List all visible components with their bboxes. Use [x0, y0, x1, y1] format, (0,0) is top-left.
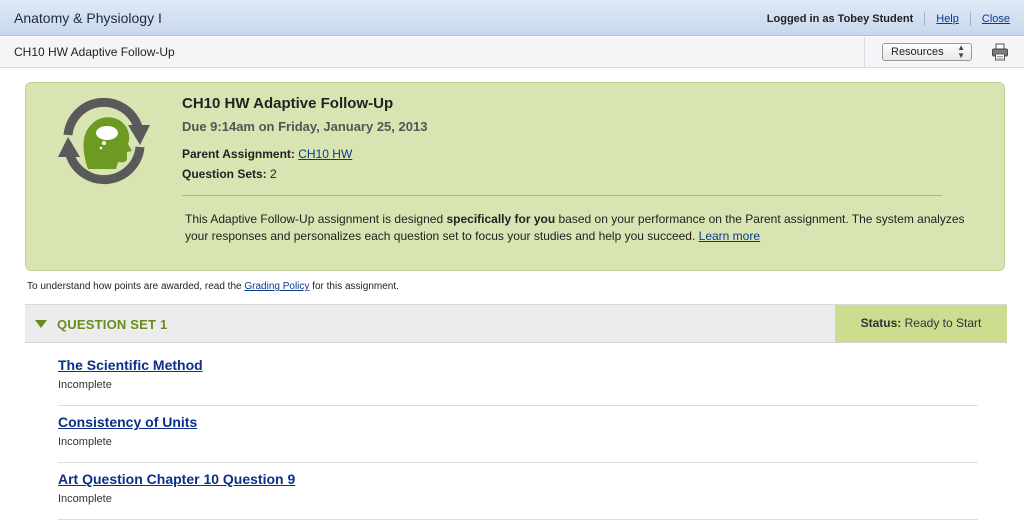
printer-icon[interactable] [991, 43, 1009, 61]
question-link[interactable]: The Scientific Method [58, 357, 978, 373]
parent-assignment-label: Parent Assignment: [182, 147, 295, 161]
select-arrows-icon: ▲ ▼ [957, 43, 965, 60]
title-bar: CH10 HW Adaptive Follow-Up Resources ▲ ▼ [0, 37, 1024, 68]
question-status: Incomplete [58, 436, 112, 448]
question-status: Incomplete [58, 493, 112, 505]
grading-text: To understand how points are awarded, re… [27, 281, 245, 292]
close-link[interactable]: Close [982, 13, 1010, 25]
divider [58, 462, 978, 463]
question-set-header[interactable]: QUESTION SET 1 Status: Ready to Start [25, 304, 1007, 343]
top-bar: Anatomy & Physiology I Logged in as Tobe… [0, 0, 1024, 36]
resources-label: Resources [891, 46, 944, 58]
learn-more-link[interactable]: Learn more [699, 229, 760, 243]
question-link[interactable]: Consistency of Units [58, 414, 978, 430]
description-emphasis: specifically for you [446, 212, 556, 226]
divider [182, 195, 942, 196]
resources-select[interactable]: Resources ▲ ▼ [882, 43, 972, 61]
divider [924, 12, 926, 26]
question-status: Incomplete [58, 379, 112, 391]
parent-assignment-link[interactable]: CH10 HW [298, 147, 352, 161]
divider [864, 37, 865, 68]
grading-note: To understand how points are awarded, re… [27, 281, 399, 292]
divider [58, 519, 978, 520]
description-text: This Adaptive Follow-Up assignment is de… [185, 212, 447, 226]
question-sets-value: 2 [270, 167, 277, 181]
due-date: Due 9:14am on Friday, January 25, 2013 [182, 119, 428, 134]
list-item: Art Question Chapter 10 Question 9 Incom… [58, 471, 978, 505]
question-set-title[interactable]: QUESTION SET 1 [57, 317, 167, 332]
list-item: The Scientific Method Incomplete [58, 357, 978, 391]
logged-in-text: Logged in as Tobey Student [766, 13, 914, 25]
question-link[interactable]: Art Question Chapter 10 Question 9 [58, 471, 978, 487]
assignment-info-panel: CH10 HW Adaptive Follow-Up Due 9:14am on… [25, 82, 1005, 271]
status-value: Ready to Start [904, 316, 982, 330]
page-title: CH10 HW Adaptive Follow-Up [14, 45, 175, 59]
adaptive-cycle-icon [58, 97, 150, 185]
assignment-description: This Adaptive Follow-Up assignment is de… [185, 211, 965, 245]
question-sets-label: Question Sets: [182, 167, 267, 181]
parent-assignment: Parent Assignment: CH10 HW [182, 147, 352, 161]
assignment-title: CH10 HW Adaptive Follow-Up [182, 95, 394, 112]
divider [58, 405, 978, 406]
status-badge: Status: Ready to Start [835, 305, 1007, 342]
user-nav: Logged in as Tobey Student Help Close [767, 12, 1010, 26]
collapse-triangle-icon[interactable] [35, 320, 47, 328]
divider [969, 12, 971, 26]
list-item: Consistency of Units Incomplete [58, 414, 978, 448]
grading-text: for this assignment. [309, 281, 399, 292]
status-label: Status: [860, 316, 902, 330]
app-title: Anatomy & Physiology I [14, 10, 162, 26]
grading-policy-link[interactable]: Grading Policy [244, 281, 309, 292]
question-sets-count: Question Sets: 2 [182, 167, 277, 181]
help-link[interactable]: Help [936, 13, 959, 25]
